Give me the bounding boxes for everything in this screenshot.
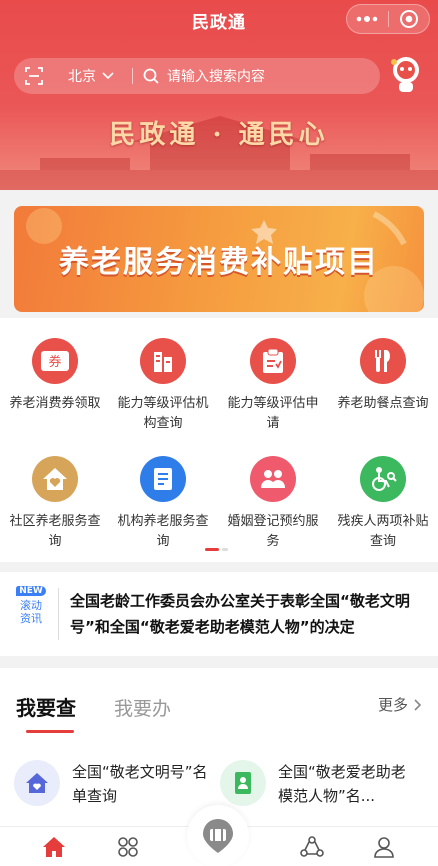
community-icon xyxy=(300,836,324,857)
nav-community[interactable] xyxy=(298,833,326,861)
clipboard-icon xyxy=(250,338,296,384)
grid-item-assessment-apply[interactable]: 能力等级评估申请 xyxy=(218,338,328,434)
scan-button[interactable] xyxy=(14,66,54,86)
grid-item-label: 能力等级评估申请 xyxy=(227,396,319,431)
person-doc-icon xyxy=(220,760,266,806)
news-headline[interactable]: 全国老龄工作委员会办公室关于表彰全国“敬老文明号”和全国“敬老爱老助老模范人物”… xyxy=(70,588,426,640)
grid-item-institution-care[interactable]: 机构养老服务查询 xyxy=(108,456,218,552)
service-item-respect-elderly-list[interactable]: 全国“敬老文明号”名单查询 xyxy=(14,760,212,808)
slogan-text: 民政通 · 通民心 xyxy=(109,120,329,150)
coupon-icon: 券 xyxy=(32,338,78,384)
apps-grid-icon xyxy=(118,837,138,857)
home-icon xyxy=(43,837,65,857)
scan-icon xyxy=(25,67,43,85)
page-dot xyxy=(222,548,228,551)
news-ticker[interactable]: NEW 滚动资讯 全国老龄工作委员会办公室关于表彰全国“敬老文明号”和全国“敬老… xyxy=(0,572,438,656)
coupon-char: 券 xyxy=(48,354,61,370)
hero-header: 民政通 北京 请输入搜索内容 民政通 · 通民心 xyxy=(0,0,438,190)
search-bar[interactable]: 北京 请输入搜索内容 xyxy=(14,58,380,94)
page-indicator xyxy=(205,548,228,551)
nav-center-button[interactable] xyxy=(187,805,249,866)
page-dot-active xyxy=(205,548,219,551)
target-close-icon xyxy=(399,10,418,28)
search-input[interactable]: 请输入搜索内容 xyxy=(167,66,265,86)
city-label: 北京 xyxy=(68,69,96,85)
document-icon xyxy=(140,456,186,502)
grid-item-meal-point[interactable]: 养老助餐点查询 xyxy=(328,338,438,414)
house-icon xyxy=(14,760,60,806)
grid-item-disability-subsidy[interactable]: 残疾人两项补贴查询 xyxy=(328,456,438,552)
nav-services[interactable] xyxy=(114,833,142,861)
banner-title: 养老服务消费补贴项目 xyxy=(59,245,379,280)
search-icon xyxy=(143,68,159,84)
chevron-down-icon xyxy=(102,72,114,80)
more-dots-icon xyxy=(356,16,378,22)
grid-item-marriage-booking[interactable]: 婚姻登记预约服务 xyxy=(218,456,328,552)
chevron-right-icon xyxy=(414,698,422,711)
grid-item-label: 残疾人两项补贴查询 xyxy=(337,514,429,549)
building-icon xyxy=(140,338,186,384)
new-badge: NEW xyxy=(16,586,46,596)
service-item-model-figures[interactable]: 全国“敬老爱老助老模范人物”名... xyxy=(220,760,418,808)
grid-item-label: 养老消费券领取 xyxy=(9,396,101,411)
service-item-label: 全国“敬老爱老助老模范人物”名... xyxy=(278,763,406,805)
grid-item-label: 养老助餐点查询 xyxy=(337,396,429,411)
tab-query[interactable]: 我要查 xyxy=(16,692,76,721)
promo-banner[interactable]: 养老服务消费补贴项目 xyxy=(14,206,424,312)
news-badge-label: 滚动资讯 xyxy=(20,599,42,625)
grid-item-consumer-coupon[interactable]: 券 养老消费券领取 xyxy=(0,338,110,414)
active-tab-underline xyxy=(26,730,74,733)
grid-item-community-care[interactable]: 社区养老服务查询 xyxy=(0,456,110,552)
query-tabs-section: 我要查 我要办 更多 全国“敬老文明号”名单查询 全国“敬老爱老助老模范人物”名… xyxy=(0,668,438,828)
city-selector[interactable]: 北京 xyxy=(68,66,114,86)
bottom-nav xyxy=(0,805,438,866)
nav-profile[interactable] xyxy=(370,833,398,861)
more-menu-button[interactable] xyxy=(347,5,388,33)
news-divider xyxy=(58,588,59,640)
more-label: 更多 xyxy=(377,696,408,714)
grid-item-label: 婚姻登记预约服务 xyxy=(227,514,319,549)
search-divider xyxy=(132,68,133,84)
couple-icon xyxy=(250,456,296,502)
center-logo-icon xyxy=(203,819,233,853)
more-link[interactable]: 更多 xyxy=(378,694,422,715)
grid-item-label: 机构养老服务查询 xyxy=(117,514,209,549)
home-heart-icon xyxy=(32,456,78,502)
grid-item-label: 能力等级评估机构查询 xyxy=(117,396,209,431)
service-item-label: 全国“敬老文明号”名单查询 xyxy=(72,763,208,805)
user-icon xyxy=(374,837,394,858)
news-badge: NEW 滚动资讯 xyxy=(16,586,54,625)
mascot-avatar-icon[interactable] xyxy=(388,54,424,94)
tab-apply[interactable]: 我要办 xyxy=(114,694,171,721)
grid-item-assessment-org[interactable]: 能力等级评估机构查询 xyxy=(108,338,218,434)
nav-home[interactable] xyxy=(40,833,68,861)
grid-item-label: 社区养老服务查询 xyxy=(9,514,101,549)
close-mini-program-button[interactable] xyxy=(389,5,430,33)
utensils-icon xyxy=(360,338,406,384)
wheelchair-icon xyxy=(360,456,406,502)
service-grid: 券 养老消费券领取 能力等级评估机构查询 能力等级评估申请 养老助餐点查询 社区… xyxy=(0,318,438,562)
mini-program-capsule xyxy=(346,4,430,34)
